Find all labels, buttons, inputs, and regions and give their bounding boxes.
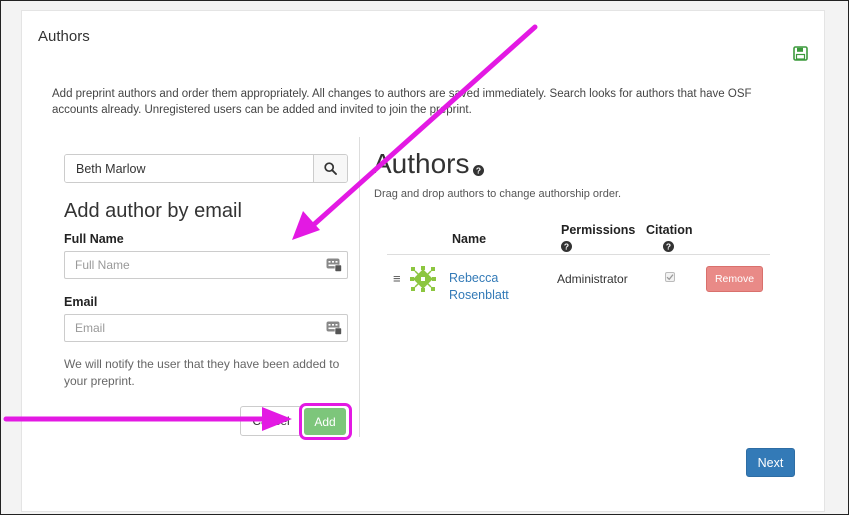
author-name-link[interactable]: Rebecca Rosenblatt (449, 270, 529, 304)
drag-handle-icon[interactable]: ≡ (393, 272, 401, 285)
email-label: Email (64, 295, 98, 309)
column-header-permissions: Permissions (561, 223, 636, 237)
column-header-name: Name (452, 232, 487, 246)
full-name-field (64, 251, 348, 279)
cancel-button[interactable]: Cancel (240, 406, 302, 436)
keyboard-icon (326, 321, 342, 335)
help-icon[interactable]: ? (473, 165, 484, 176)
check-icon (666, 274, 674, 281)
author-permission[interactable]: Administrator (557, 272, 628, 286)
citation-checkbox[interactable] (665, 272, 675, 282)
keyboard-icon (326, 258, 342, 272)
svg-text:?: ? (564, 242, 569, 252)
intro-text: Add preprint authors and order them appr… (52, 88, 752, 116)
svg-text:?: ? (476, 166, 481, 176)
next-button[interactable]: Next (746, 448, 795, 477)
avatar (409, 265, 437, 293)
drag-hint: Drag and drop authors to change authorsh… (374, 188, 622, 200)
add-by-email-heading: Add author by email (64, 200, 242, 222)
full-name-label: Full Name (64, 232, 124, 246)
help-icon[interactable]: ? (663, 241, 674, 252)
authors-heading: Authors (373, 148, 470, 179)
table-header-rule (387, 254, 770, 255)
save-icon[interactable] (793, 46, 808, 61)
column-divider (359, 137, 360, 437)
svg-text:?: ? (666, 242, 671, 252)
help-icon[interactable]: ? (561, 241, 572, 252)
remove-author-button[interactable]: Remove (706, 266, 763, 292)
add-button[interactable]: Add (304, 408, 346, 435)
email-field (64, 314, 348, 342)
notify-text: We will notify the user that they have b… (64, 357, 340, 388)
section-title: Authors (38, 28, 90, 45)
search-icon (324, 162, 337, 175)
column-header-citation: Citation (646, 223, 693, 237)
author-search-input[interactable] (65, 155, 313, 182)
email-input[interactable] (65, 321, 326, 335)
search-button[interactable] (313, 155, 347, 182)
author-search (64, 154, 348, 183)
full-name-input[interactable] (65, 258, 326, 272)
